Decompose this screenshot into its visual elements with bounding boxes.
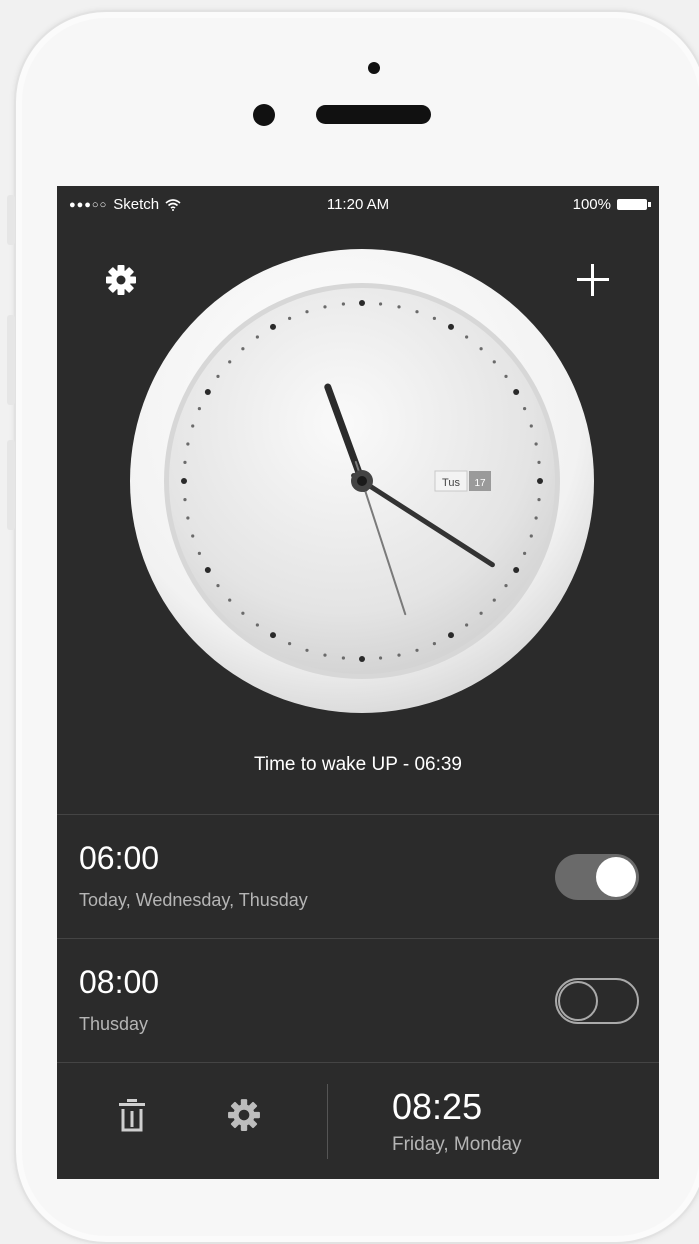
divider [57, 1062, 659, 1063]
toggle-knob [596, 857, 636, 897]
front-camera [368, 62, 380, 74]
date-number-label: 17 [474, 478, 486, 489]
bottom-bar: 08:25 Friday, Monday [57, 1064, 659, 1179]
volume-up-button [7, 315, 15, 405]
clock-tick [186, 516, 190, 520]
battery-percent: 100% [572, 196, 611, 213]
clock-tick [504, 584, 508, 588]
vertical-separator [327, 1084, 328, 1159]
clock-tick [465, 335, 469, 339]
clock-tick [537, 460, 541, 464]
clock-tick [479, 611, 483, 615]
volume-down-button [7, 440, 15, 530]
proximity-sensor [253, 104, 275, 126]
alarm-days: Today, Wednesday, Thusday [79, 890, 308, 910]
clock-tick [288, 316, 292, 320]
clock-tick [255, 623, 259, 627]
status-time: 11:20 AM [326, 196, 390, 213]
clock-tick [341, 302, 345, 306]
alarm-time: 06:00 [79, 840, 160, 876]
clock-tick [534, 516, 538, 520]
gear-icon[interactable] [227, 1098, 261, 1132]
alarm-row[interactable]: 06:00 Today, Wednesday, Thusday [57, 816, 659, 938]
clock-tick [379, 656, 383, 660]
clock-tick [537, 478, 543, 484]
clock-tick [241, 347, 245, 351]
clock-tick [492, 598, 496, 602]
alarm-toggle[interactable] [555, 978, 639, 1024]
clock-tick [228, 360, 232, 364]
clock-tick [216, 374, 220, 378]
clock-tick [529, 534, 533, 538]
next-alarm-days: Friday, Monday [392, 1134, 522, 1155]
clock-tick [415, 310, 419, 314]
clock-tick [479, 347, 483, 351]
date-day-label: Tus [442, 477, 460, 489]
clock-tick [415, 648, 419, 652]
clock-tick [204, 567, 211, 573]
clock-tick [191, 424, 195, 428]
clock-tick [523, 407, 527, 411]
clock-tick [341, 656, 345, 660]
clock-tick [255, 335, 259, 339]
clock-tick [492, 360, 496, 364]
clock-tick [432, 316, 436, 320]
clock-tick [288, 642, 292, 646]
clock-tick [270, 323, 276, 330]
clock-tick [534, 442, 538, 446]
earpiece-speaker [316, 105, 431, 124]
analog-clock: Tus 17 [130, 249, 594, 713]
clock-tick [504, 374, 508, 378]
clock-tick [305, 310, 309, 314]
clock-tick [191, 534, 195, 538]
clock-tick [183, 498, 187, 502]
clock-tick [397, 653, 401, 657]
clock-tick [228, 598, 232, 602]
clock-tick [204, 389, 211, 395]
clock-tick [523, 551, 527, 555]
trash-icon[interactable] [117, 1098, 147, 1134]
clock-tick [181, 478, 187, 484]
clock-tick [537, 498, 541, 502]
clock-tick [183, 460, 187, 464]
clock-tick [513, 389, 520, 395]
mute-switch [7, 195, 15, 245]
clock-tick [448, 323, 454, 330]
clock-tick [529, 424, 533, 428]
toggle-knob [558, 981, 598, 1021]
clock-tick [465, 623, 469, 627]
clock-tick [379, 302, 383, 306]
clock-tick [197, 407, 201, 411]
alarm-days: Thusday [79, 1014, 149, 1034]
status-right: 100% [572, 196, 651, 213]
clock-tick [359, 300, 365, 306]
clock-tick [216, 584, 220, 588]
clock-tick [241, 611, 245, 615]
alarm-row[interactable]: 08:00 Thusday [57, 940, 659, 1062]
status-bar: ●●●○○ Sketch 11:20 AM 100% [57, 186, 659, 226]
divider [57, 938, 659, 939]
clock-tick [432, 642, 436, 646]
battery-icon [617, 199, 651, 210]
alarm-toggle[interactable] [555, 854, 639, 900]
clock-tick [323, 305, 327, 309]
clock-tick [186, 442, 190, 446]
alarm-time: 08:00 [79, 964, 160, 1000]
clock-tick [513, 567, 520, 573]
divider [57, 814, 659, 815]
clock-tick [197, 551, 201, 555]
next-alarm-time[interactable]: 08:25 [392, 1086, 482, 1128]
wake-message: Time to wake UP - 06:39 [253, 754, 463, 775]
clock-tick [397, 305, 401, 309]
clock-tick [448, 632, 454, 639]
app-screen: ●●●○○ Sketch 11:20 AM 100% Tus 17 Time t… [57, 186, 659, 1179]
clock-tick [305, 648, 309, 652]
date-window: Tus 17 [434, 470, 491, 492]
clock-tick [359, 656, 365, 662]
clock-tick [323, 653, 327, 657]
clock-tick [270, 632, 276, 639]
